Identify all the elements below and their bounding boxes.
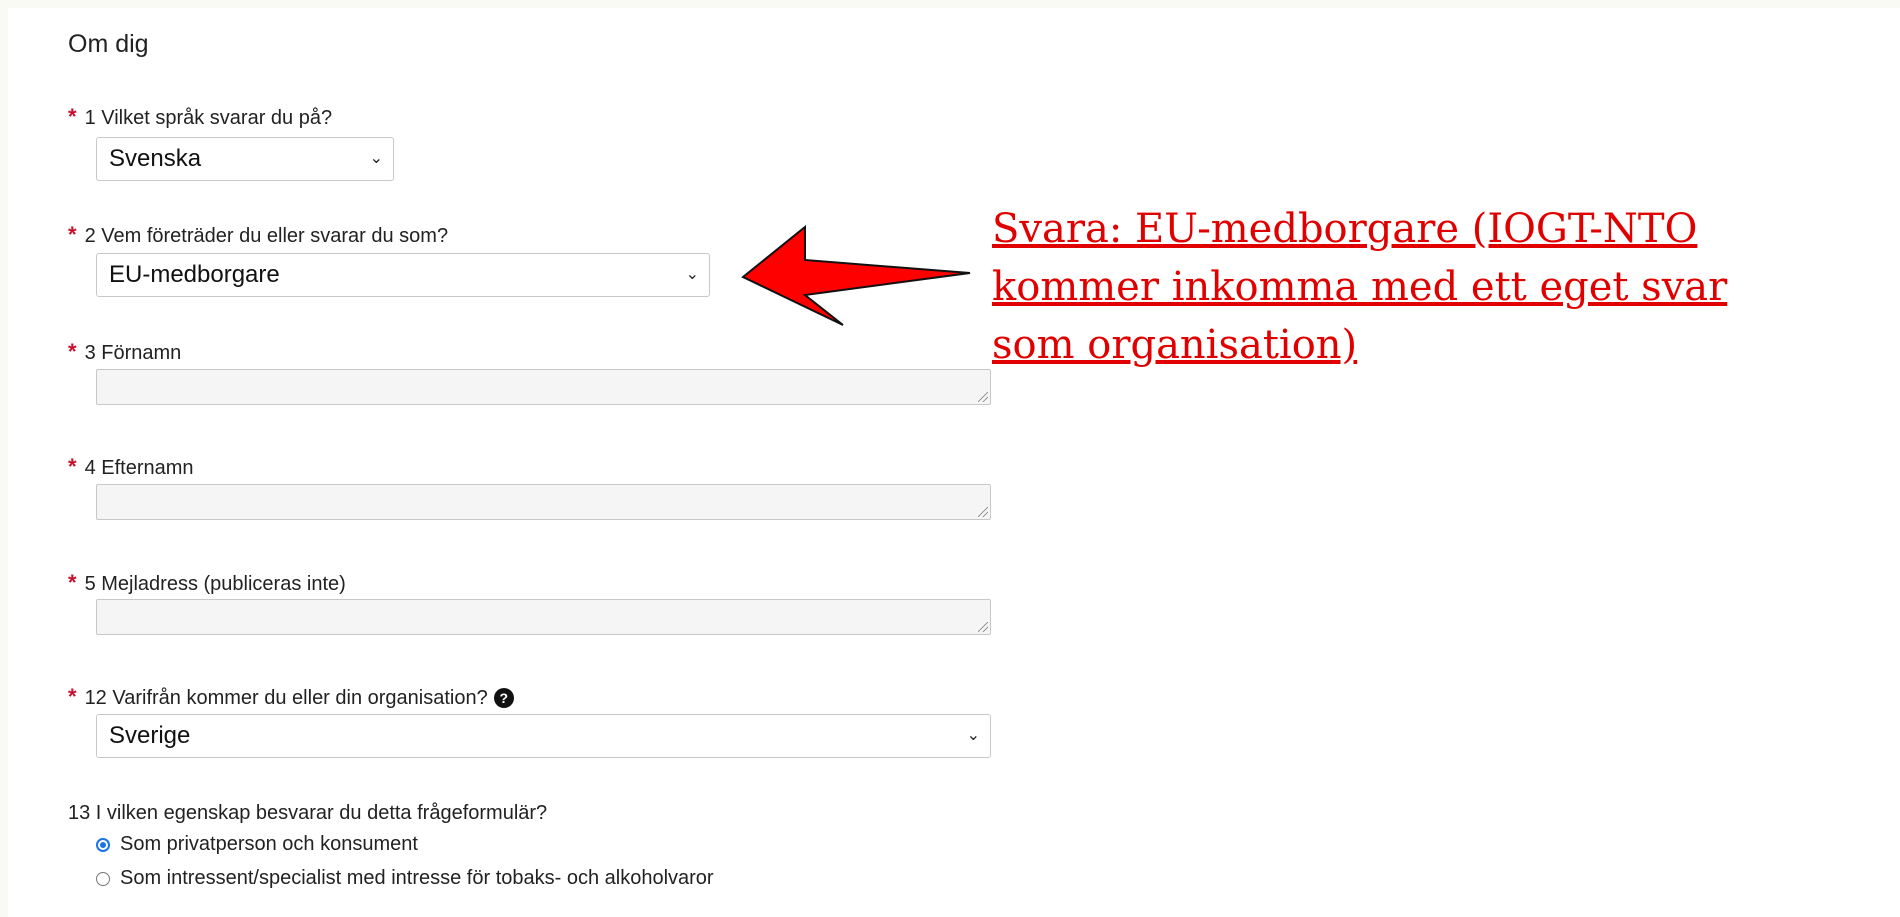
section-title: Om dig	[68, 30, 149, 58]
q12-label: * 12 Varifrån kommer du eller din organis…	[68, 684, 514, 710]
radio-option-stakeholder[interactable]: Som intressent/specialist med intresse f…	[96, 867, 714, 890]
country-select-value: Sverige	[109, 722, 191, 749]
required-marker: *	[68, 104, 77, 129]
required-marker: *	[68, 222, 77, 247]
red-arrow-icon	[741, 225, 971, 326]
radio-label: Som intressent/specialist med intresse f…	[120, 867, 714, 889]
resize-handle-icon[interactable]	[978, 507, 988, 517]
q4-label-text: 4 Efternamn	[84, 457, 194, 479]
radio-button-selected[interactable]	[96, 838, 110, 852]
required-marker: *	[68, 339, 77, 364]
radio-label: Som privatperson och konsument	[120, 833, 418, 855]
q2-label: * 2 Vem företräder du eller svarar du som…	[68, 222, 448, 248]
language-select[interactable]: Svenska ⌄	[96, 137, 394, 181]
required-marker: *	[68, 454, 77, 479]
radio-option-private[interactable]: Som privatperson och konsument	[96, 833, 418, 856]
language-select-value: Svenska	[109, 145, 202, 172]
last-name-field[interactable]	[96, 484, 991, 520]
annotation-text: Svara: EU-medborgare (IOGT-NTO kommer in…	[992, 206, 1728, 368]
resize-handle-icon[interactable]	[978, 392, 988, 402]
chevron-down-icon: ⌄	[369, 150, 383, 167]
q4-label: * 4 Efternamn	[68, 454, 194, 480]
required-marker: *	[68, 684, 77, 709]
country-select[interactable]: Sverige ⌄	[96, 714, 991, 758]
q5-label: * 5 Mejladress (publiceras inte)	[68, 570, 346, 596]
first-name-field[interactable]	[96, 369, 991, 405]
q3-label: * 3 Förnamn	[68, 339, 181, 365]
radio-button[interactable]	[96, 872, 110, 886]
q5-label-text: 5 Mejladress (publiceras inte)	[84, 573, 346, 595]
email-field[interactable]	[96, 599, 991, 635]
respondent-type-select[interactable]: EU-medborgare ⌄	[96, 253, 710, 297]
chevron-down-icon: ⌄	[685, 266, 699, 283]
required-marker: *	[68, 570, 77, 595]
q13-label: 13 I vilken egenskap besvarar du detta f…	[68, 802, 548, 824]
q1-label-text: 1 Vilket språk svarar du på?	[84, 107, 333, 129]
q1-label: * 1 Vilket språk svarar du på?	[68, 104, 332, 130]
q3-label-text: 3 Förnamn	[84, 342, 182, 364]
question-circle-icon[interactable]: ?	[493, 688, 514, 708]
chevron-down-icon: ⌄	[966, 727, 980, 744]
q12-label-text: 12 Varifrån kommer du eller din organisa…	[84, 687, 488, 709]
resize-handle-icon[interactable]	[978, 622, 988, 632]
respondent-type-value: EU-medborgare	[109, 261, 280, 288]
q2-label-text: 2 Vem företräder du eller svarar du som?	[84, 225, 449, 247]
